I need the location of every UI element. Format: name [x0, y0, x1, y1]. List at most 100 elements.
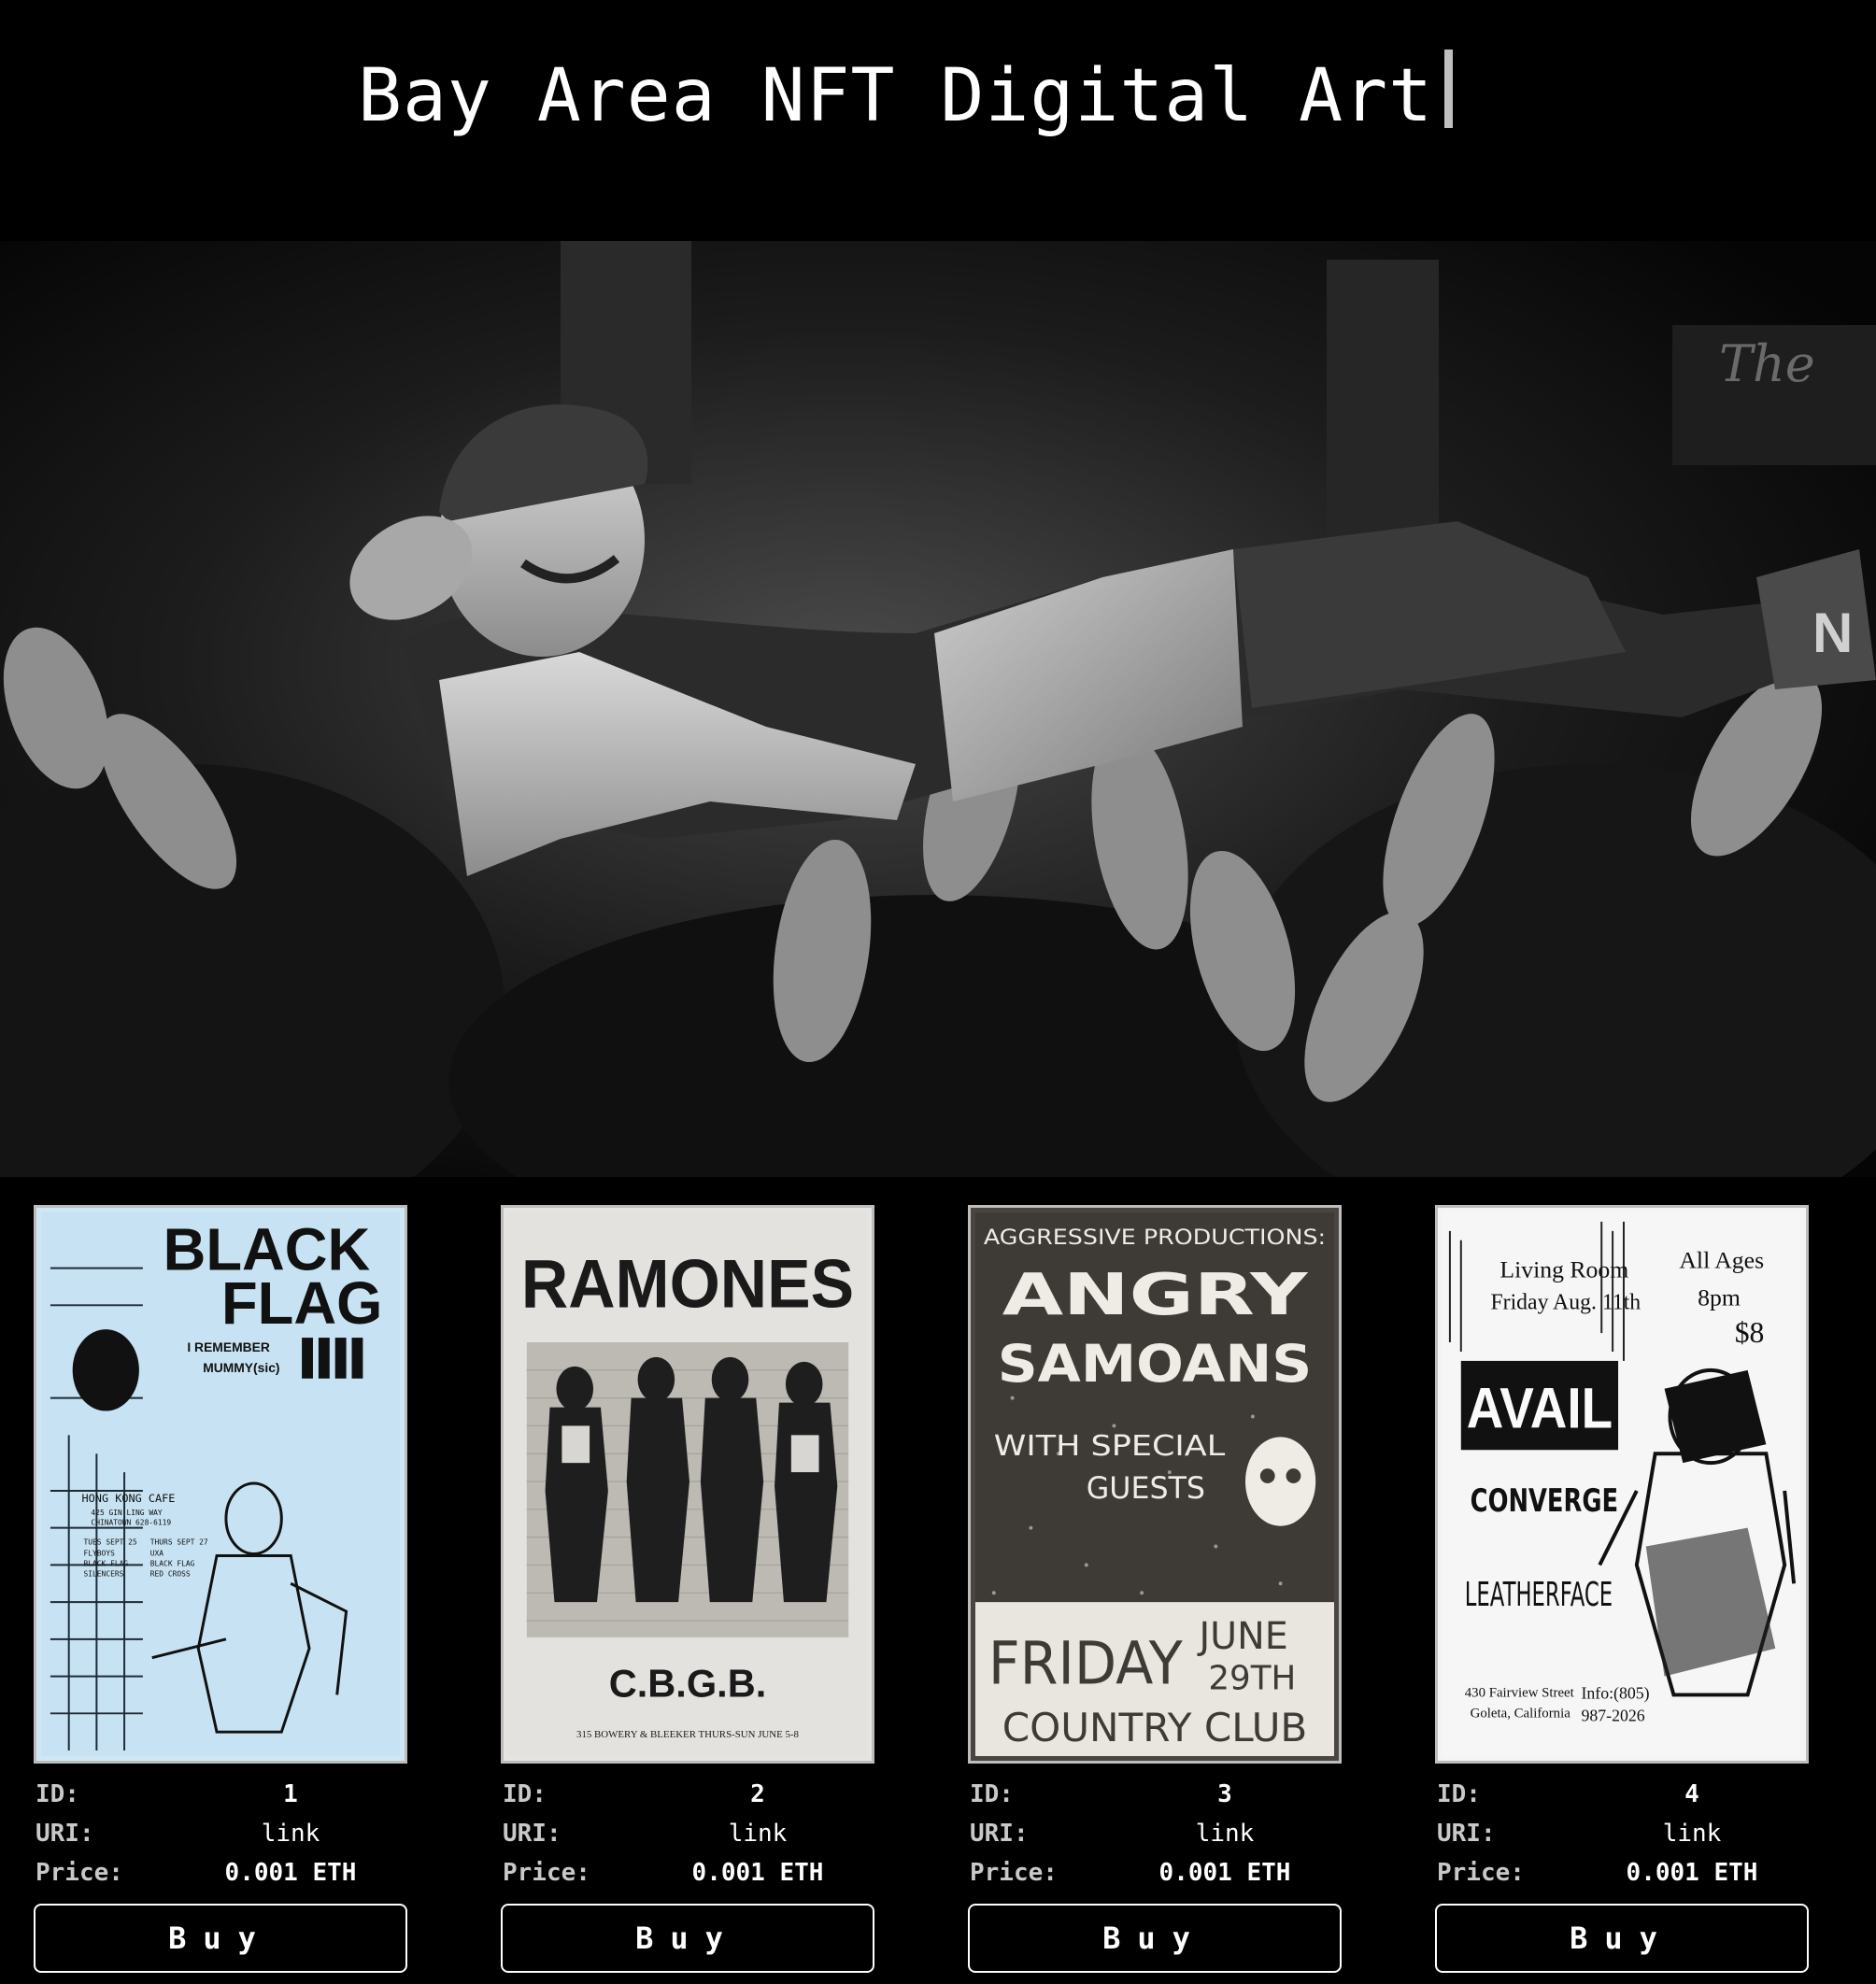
black-flag-poster: BLACK FLAG I REMEMBER MUMMY(sic) HONG KO…: [41, 1212, 400, 1756]
price-label: Price:: [1437, 1859, 1525, 1887]
ramones-poster: RAMONES C.B.G.B. 315 BOWERY & BLEEKER TH…: [508, 1212, 867, 1756]
id-value: 2: [750, 1780, 765, 1808]
avail-poster: Living Room Friday Aug. 11th All Ages 8p…: [1443, 1212, 1801, 1756]
poster-1-line4: MUMMY(sic): [203, 1360, 279, 1375]
poster-3-band1: ANGRY: [1002, 1262, 1310, 1328]
price-row: Price: 0.001 ETH: [968, 1853, 1342, 1892]
price-label: Price:: [970, 1859, 1058, 1887]
page-title: Bay Area NFT Digital Art: [358, 45, 1454, 148]
poster-4-band1: AVAIL: [1467, 1376, 1613, 1440]
nft-card-2: RAMONES C.B.G.B. 315 BOWERY & BLEEKER TH…: [501, 1205, 874, 1973]
poster-1-lineup-h: RED CROSS: [150, 1569, 191, 1578]
nft-card-3: AGGRESSIVE PRODUCTIONS: ANGRY SAMOANS WI…: [968, 1205, 1342, 1973]
poster-1-line2: FLAG: [221, 1271, 382, 1337]
id-label: ID:: [970, 1780, 1014, 1808]
poster-1-lineup-f: UXA: [150, 1549, 164, 1557]
price-label: Price:: [503, 1859, 590, 1887]
poster-3-date1: JUNE: [1197, 1615, 1288, 1658]
poster-1-lineup-c: BLACK FLAG: [84, 1559, 129, 1567]
uri-link[interactable]: link: [1575, 1814, 1809, 1853]
id-value: 1: [283, 1780, 298, 1808]
poster-3-with1: WITH SPECIAL: [994, 1430, 1226, 1463]
id-row: ID: 1: [34, 1775, 407, 1814]
poster-1-lineup-b: FLYBOYS: [84, 1549, 116, 1557]
poster-1-venue-city: CHINATOWN 628-6119: [91, 1519, 171, 1527]
page: Bay Area NFT Digital Art The N BLACK FLA…: [0, 0, 1876, 1984]
poster-4-info2: 987-2026: [1581, 1706, 1644, 1724]
id-label: ID:: [1437, 1780, 1481, 1808]
uri-link[interactable]: link: [174, 1814, 407, 1853]
buy-button[interactable]: Buy: [501, 1904, 874, 1973]
poster-1-lineup-d: SILENCERS: [84, 1569, 124, 1578]
price-row: Price: 0.001 ETH: [34, 1853, 407, 1892]
id-value: 3: [1217, 1780, 1232, 1808]
uri-row: URI: link: [501, 1814, 874, 1853]
poster-image[interactable]: BLACK FLAG I REMEMBER MUMMY(sic) HONG KO…: [34, 1205, 407, 1764]
poster-image[interactable]: RAMONES C.B.G.B. 315 BOWERY & BLEEKER TH…: [501, 1205, 874, 1764]
poster-1-lineup-g: BLACK FLAG: [150, 1559, 195, 1567]
uri-link[interactable]: link: [1108, 1814, 1342, 1853]
hero-image: The N: [0, 241, 1876, 1177]
uri-label: URI:: [503, 1820, 561, 1848]
uri-label: URI:: [36, 1820, 94, 1848]
poster-2-headline: RAMONES: [521, 1245, 854, 1322]
nft-card-4: Living Room Friday Aug. 11th All Ages 8p…: [1435, 1205, 1809, 1973]
id-row: ID: 2: [501, 1775, 874, 1814]
hero-sign-text: The: [1719, 334, 1815, 393]
poster-4-ages2: 8pm: [1698, 1283, 1741, 1311]
poster-4-band3: LEATHERFACE: [1465, 1576, 1613, 1614]
id-row: ID: 3: [968, 1775, 1342, 1814]
uri-label: URI:: [970, 1820, 1029, 1848]
buy-button[interactable]: Buy: [968, 1904, 1342, 1973]
card-meta: ID: 3 URI: link Price: 0.001 ETH: [968, 1775, 1342, 1892]
nft-card-1: BLACK FLAG I REMEMBER MUMMY(sic) HONG KO…: [34, 1205, 407, 1973]
id-value: 4: [1684, 1780, 1699, 1808]
buy-button[interactable]: Buy: [1435, 1904, 1809, 1973]
poster-1-venue-addr: 425 GIN LING WAY: [91, 1509, 162, 1517]
poster-4-addr2: Goleta, California: [1471, 1706, 1570, 1721]
uri-link[interactable]: link: [641, 1814, 874, 1853]
id-row: ID: 4: [1435, 1775, 1809, 1814]
poster-4-room1: Living Room: [1499, 1255, 1628, 1283]
poster-1-line3: I REMEMBER: [187, 1339, 270, 1354]
poster-4-info1: Info:(805): [1581, 1683, 1649, 1703]
card-meta: ID: 4 URI: link Price: 0.001 ETH: [1435, 1775, 1809, 1892]
price-value: 0.001 ETH: [224, 1859, 357, 1887]
uri-row: URI: link: [34, 1814, 407, 1853]
poster-3-venue: COUNTRY CLUB: [1002, 1705, 1308, 1750]
poster-1-lineup-a: TUES SEPT 25: [84, 1538, 137, 1547]
price-value: 0.001 ETH: [691, 1859, 824, 1887]
poster-4-ages1: All Ages: [1679, 1247, 1764, 1274]
id-label: ID:: [503, 1780, 547, 1808]
poster-4-room2: Friday Aug. 11th: [1490, 1290, 1641, 1314]
svg-text:N: N: [1812, 602, 1853, 664]
price-value: 0.001 ETH: [1626, 1859, 1758, 1887]
poster-3-band2: SAMOANS: [998, 1334, 1312, 1395]
poster-1-lineup-e: THURS SEPT 27: [150, 1538, 208, 1547]
uri-row: URI: link: [968, 1814, 1342, 1853]
buy-button[interactable]: Buy: [34, 1904, 407, 1973]
price-label: Price:: [36, 1859, 123, 1887]
poster-3-day: FRIDAY: [988, 1628, 1183, 1697]
angry-samoans-poster: AGGRESSIVE PRODUCTIONS: ANGRY SAMOANS WI…: [975, 1212, 1334, 1756]
crowd-surfer-photo: The N: [0, 241, 1876, 1177]
page-title-text: Bay Area NFT Digital Art: [358, 54, 1434, 138]
id-label: ID:: [36, 1780, 79, 1808]
poster-2-footer: 315 BOWERY & BLEEKER THURS-SUN JUNE 5-8: [576, 1729, 800, 1740]
price-value: 0.001 ETH: [1158, 1859, 1291, 1887]
poster-4-addr1: 430 Fairview Street: [1465, 1685, 1575, 1700]
poster-1-venue: HONG KONG CAFE: [82, 1492, 176, 1505]
price-row: Price: 0.001 ETH: [1435, 1853, 1809, 1892]
card-meta: ID: 2 URI: link Price: 0.001 ETH: [501, 1775, 874, 1892]
poster-3-date2: 29TH: [1208, 1659, 1296, 1697]
price-row: Price: 0.001 ETH: [501, 1853, 874, 1892]
poster-4-band2: CONVERGE: [1471, 1482, 1618, 1519]
uri-row: URI: link: [1435, 1814, 1809, 1853]
poster-3-with2: GUESTS: [1087, 1472, 1205, 1506]
poster-2-venue: C.B.G.B.: [609, 1661, 767, 1705]
poster-4-cost: $8: [1735, 1316, 1765, 1349]
typing-cursor: [1444, 50, 1454, 128]
poster-image[interactable]: AGGRESSIVE PRODUCTIONS: ANGRY SAMOANS WI…: [968, 1205, 1342, 1764]
poster-image[interactable]: Living Room Friday Aug. 11th All Ages 8p…: [1435, 1205, 1809, 1764]
uri-label: URI:: [1437, 1820, 1496, 1848]
